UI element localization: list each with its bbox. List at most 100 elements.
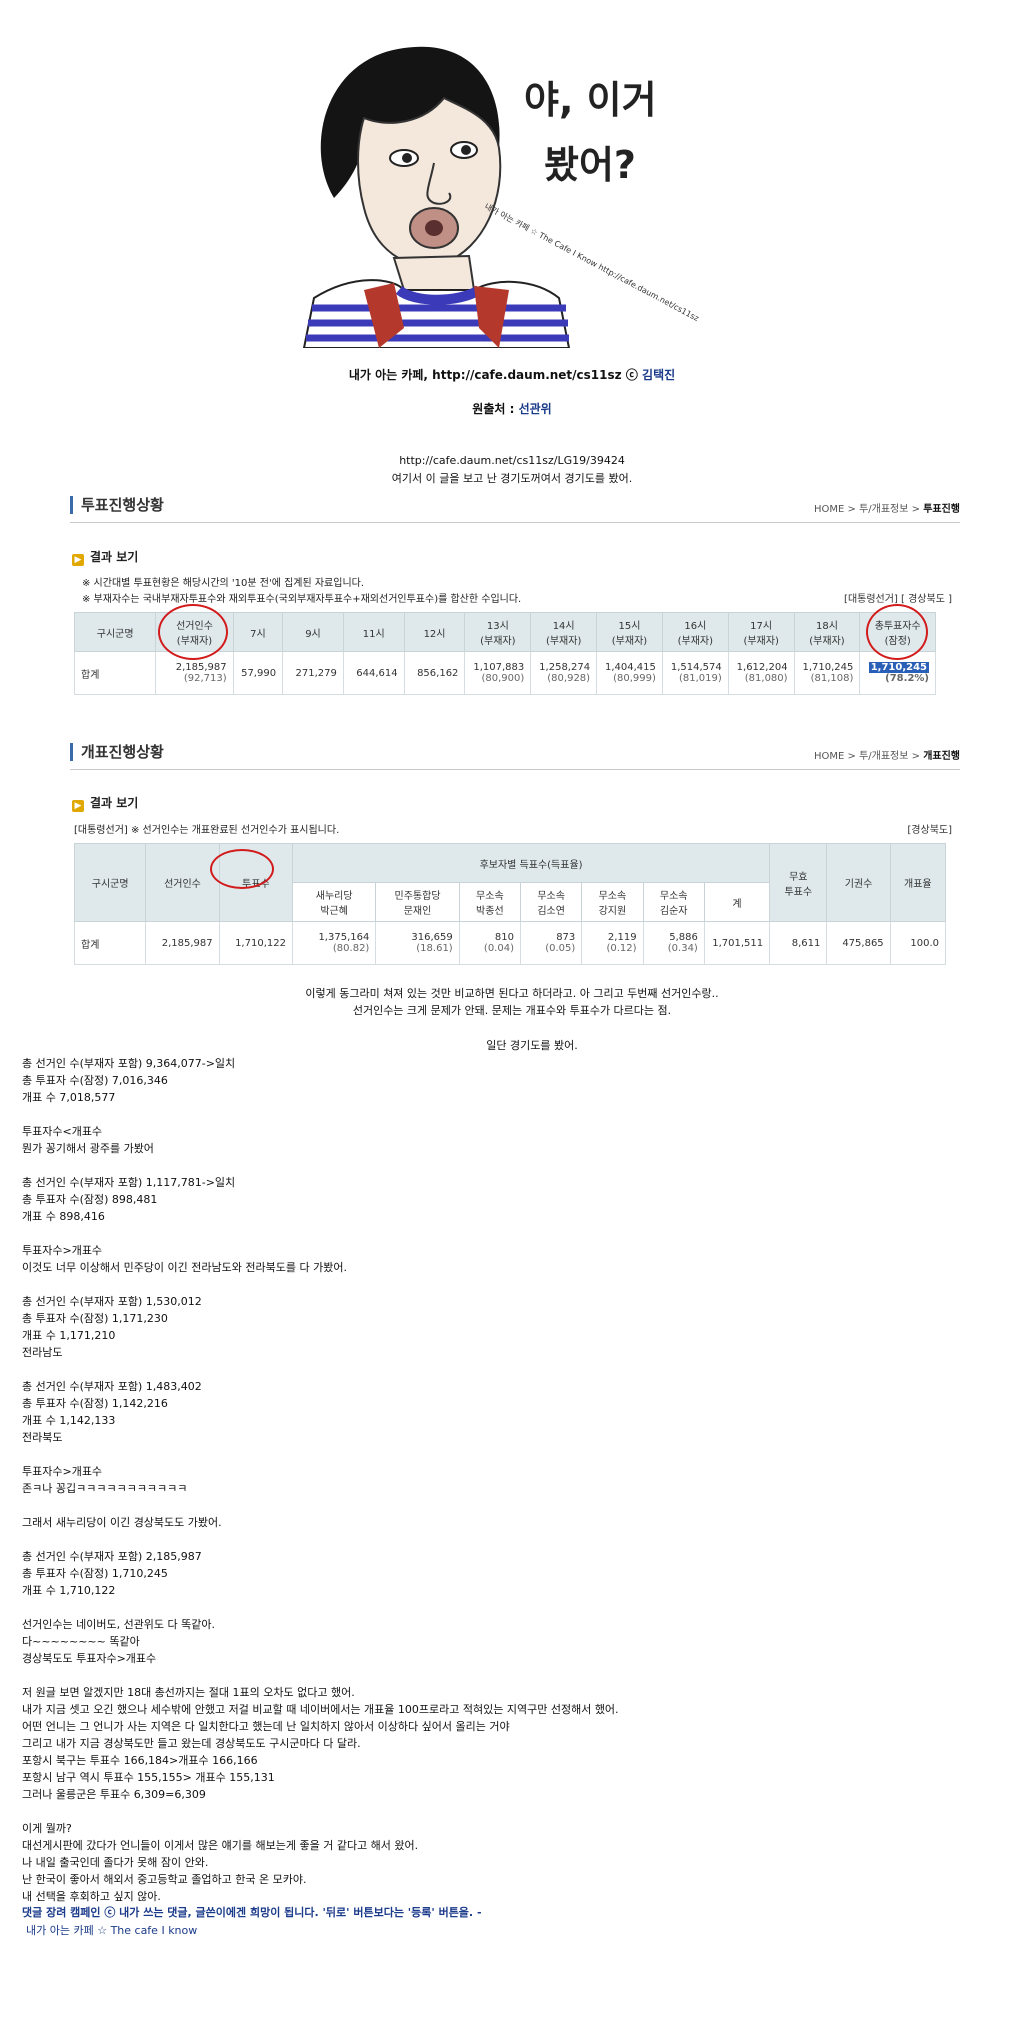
body-line: 총 선거인 수(부재자 포함) 1,483,402 (22, 1380, 202, 1393)
col-7: 7시 (232, 612, 284, 652)
candidate-header: 무소속 강지원 (581, 882, 644, 922)
col-17: 17시 (부재자) (727, 612, 795, 652)
body-line: 그래서 새누리당이 이긴 경상북도도 가봤어. (22, 1516, 222, 1529)
body-line: 개표 수 7,018,577 (22, 1091, 116, 1104)
crumb-current: 투표진행 (923, 504, 960, 515)
cell-invalid: 8,611 (769, 921, 828, 965)
source-line: 원출처 : 선관위 (0, 400, 1024, 417)
candidate-header: 무소속 김소연 (519, 882, 583, 922)
col-candidates: 후보자별 득표수(득표율) (291, 843, 771, 883)
red-circle-annotation (866, 604, 928, 660)
cell-17: 1,612,204 (81,080) (727, 651, 795, 695)
vote-filter[interactable]: [대통령선거] [ 경상북도 ] (844, 590, 952, 605)
body-line: 나 내일 출국인데 졸다가 못해 잠이 안와. (22, 1856, 209, 1869)
body-line (22, 1599, 1002, 1616)
bullet-icon: ▶ (72, 800, 84, 812)
candidate-header: 새누리당 박근혜 (291, 882, 377, 922)
credit-author[interactable]: 김택진 (642, 368, 675, 382)
vote-panel-title: 투표진행상황 (70, 496, 164, 514)
body-line: 총 선거인 수(부재자 포함) 1,117,781->일치 (22, 1176, 236, 1189)
body-line: 총 선거인 수(부재자 포함) 9,364,077->일치 (22, 1057, 236, 1070)
col-invalid: 무효 투표수 (769, 843, 828, 922)
body-line: 그리고 내가 지금 경상북도만 들고 왔는데 경상북도도 구시군마다 다 달라. (22, 1737, 361, 1750)
body-line: 개표 수 1,710,122 (22, 1584, 116, 1597)
cell-ballots: 1,710,122 (218, 921, 293, 965)
candidate-header: 민주통합당 문재인 (375, 882, 460, 922)
cafe-link[interactable]: 내가 아는 카페 ☆ The cafe I know (26, 1922, 197, 1938)
cell-9: 271,279 (282, 651, 344, 695)
col-13: 13시 (부재자) (464, 612, 532, 652)
body-line: 대선게시판에 갔다가 언니들이 이게서 많은 얘기를 해보는게 좋을 거 같다고… (22, 1839, 419, 1852)
hero-illustration: 야, 이거 봤어? 내가 아는 카페 ☆ The Cafe I Know htt… (302, 46, 701, 348)
col-14: 14시 (부재자) (530, 612, 598, 652)
body-line (22, 1106, 1002, 1123)
body-line: 뭔가 꽁기해서 광주를 가봤어 (22, 1142, 154, 1155)
table-row: 합계 2,185,987 1,710,122 1,375,164 (80.82) … (73, 921, 947, 965)
body-line: 투표자수>개표수 (22, 1465, 103, 1478)
cell-14: 1,258,274 (80,928) (530, 651, 598, 695)
body-line: 개표 수 1,142,133 (22, 1414, 116, 1427)
vote-breadcrumb: HOME > 투/개표정보 > 투표진행 (813, 504, 960, 515)
crumb-mid[interactable]: 투/개표정보 (859, 504, 908, 515)
count-filter[interactable]: [경상북도] (907, 821, 952, 836)
body-line: 선거인수는 네이버도, 선관위도 다 똑같아. (22, 1618, 216, 1631)
body-line (22, 1157, 1002, 1174)
cell-total: 1,701,511 (703, 921, 771, 965)
cell-12: 856,162 (403, 651, 466, 695)
body-line (22, 1531, 1002, 1548)
after-table-line-1: 이렇게 동그라미 쳐져 있는 것만 비교하면 된다고 하더라고. 아 그리고 두… (305, 987, 719, 1000)
body-line: 어떤 언니는 그 언니가 사는 지역은 다 일치한다고 했는데 난 일치하지 않… (22, 1720, 510, 1733)
after-table-line-2: 선거인수는 크게 문제가 안돼. 문제는 개표수와 투표수가 다르다는 점. (352, 1004, 672, 1017)
col-rate: 개표율 (889, 843, 947, 922)
body-line (22, 1225, 1002, 1242)
crumb-home[interactable]: HOME (814, 751, 844, 762)
col-12: 12시 (403, 612, 466, 652)
crumb-home[interactable]: HOME (814, 504, 844, 515)
count-progress-panel: 개표진행상황 HOME > 투/개표정보 > 개표진행 ▶ 결과 보기 [대통령선… (70, 743, 960, 983)
body-line: 개표 수 1,171,210 (22, 1329, 116, 1342)
col-abstain: 기권수 (826, 843, 891, 922)
body-line: 포항시 북구는 투표수 166,184>개표수 166,166 (22, 1754, 258, 1767)
red-circle-annotation (210, 849, 274, 889)
body-line: 전라북도 (22, 1431, 63, 1444)
body-line (22, 1667, 1002, 1684)
cell-candidate-votes: 810 (0.04) (458, 921, 522, 965)
body-line: 이것도 너무 이상해서 민주당이 이긴 전라남도와 전라북도를 다 가봤어. (22, 1261, 347, 1274)
bubble-line2: 봤어? (544, 143, 636, 187)
credit-line: 내가 아는 카페, http://cafe.daum.net/cs11sz ⓒ … (0, 366, 1024, 383)
post-body: 총 선거인 수(부재자 포함) 9,364,077->일치총 투표자 수(잠정)… (22, 1055, 1002, 1905)
post-url[interactable]: http://cafe.daum.net/cs11sz/LG19/39424 (0, 454, 1024, 467)
bullet-icon: ▶ (72, 554, 84, 566)
cell-candidate-votes: 873 (0.05) (519, 921, 583, 965)
crumb-current: 개표진행 (923, 751, 960, 762)
count-table-header: 구시군명 선거인수 투표수 후보자별 득표수(득표율) 무효 투표수 기권수 개… (73, 843, 947, 922)
cell-13: 1,107,883 (80,900) (464, 651, 532, 695)
col-9: 9시 (282, 612, 344, 652)
body-line: 저 원글 보면 알겠지만 18대 총선까지는 절대 1표의 오차도 없다고 했어… (22, 1686, 355, 1699)
candidate-header: 무소속 박종선 (458, 882, 522, 922)
col-region: 구시군명 (73, 843, 147, 922)
col-region: 구시군명 (73, 612, 157, 652)
body-line: 투표자수<개표수 (22, 1125, 103, 1138)
cell-candidate-votes: 1,375,164 (80.82) (291, 921, 377, 965)
crumb-mid[interactable]: 투/개표정보 (859, 751, 908, 762)
source-link[interactable]: 선관위 (519, 402, 552, 416)
col-18: 18시 (부재자) (793, 612, 861, 652)
copyright-icon: ⓒ (625, 368, 638, 382)
body-line: 내 선택을 후회하고 싶지 않아. (22, 1890, 161, 1903)
cell-16: 1,514,574 (81,019) (661, 651, 729, 695)
body-line: 총 투표자 수(잠정) 898,481 (22, 1193, 158, 1206)
body-line: 전라남도 (22, 1346, 63, 1359)
cell-18: 1,710,245 (81,108) (793, 651, 861, 695)
body-line: 경상북도도 투표자수>개표수 (22, 1652, 157, 1665)
body-line (22, 1276, 1002, 1293)
candidate-header: 무소속 김순자 (642, 882, 705, 922)
url-note: 여기서 이 글을 보고 난 경기도꺼여서 경기도를 봤어. (391, 472, 633, 485)
vote-progress-panel: 투표진행상황 HOME > 투/개표정보 > 투표진행 ▶ 결과 보기 ※ 시간대… (70, 496, 960, 721)
source-label: 원출처 : (472, 402, 519, 416)
vote-result-heading: ▶ 결과 보기 (72, 548, 138, 566)
count-panel-title: 개표진행상황 (70, 743, 164, 761)
body-line (22, 1361, 1002, 1378)
comment-campaign: 댓글 장려 캠페인 ⓒ 내가 쓰는 댓글, 글쓴이에겐 희망이 됩니다. '뒤로… (22, 1906, 482, 1919)
vote-panel-divider (70, 522, 960, 523)
